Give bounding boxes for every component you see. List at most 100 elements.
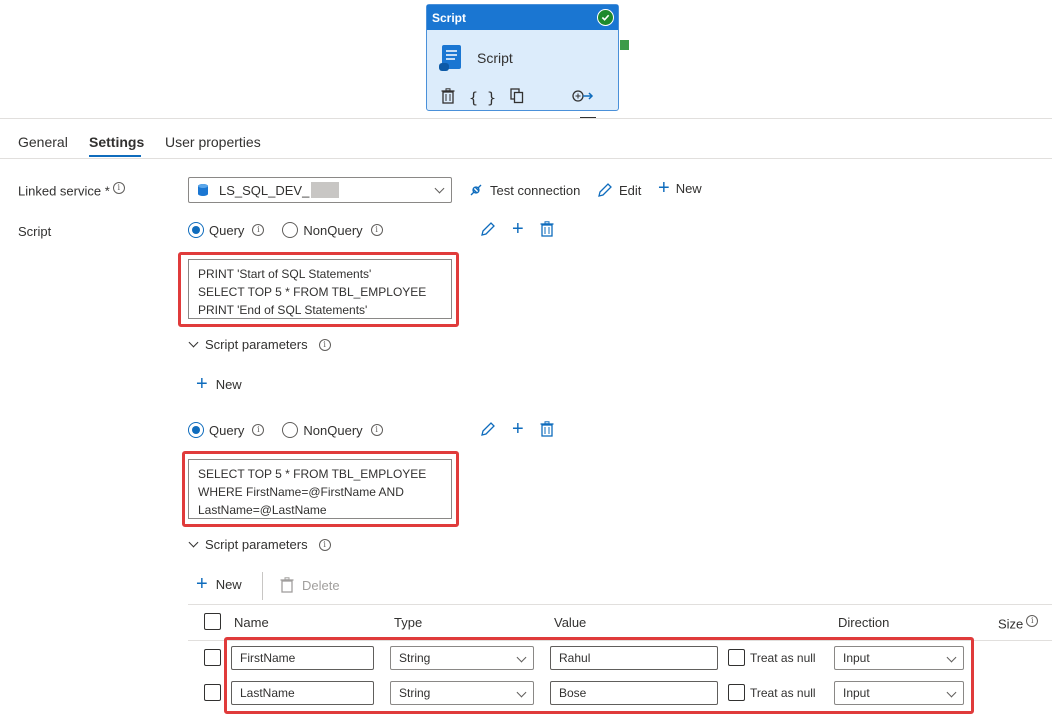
delete-icon[interactable] (540, 221, 554, 237)
new-label: New (215, 376, 242, 392)
script-1-new-param-button[interactable]: + New (196, 373, 242, 395)
treat-as-null-option[interactable]: Treat as null (728, 649, 816, 666)
select-all-checkbox[interactable] (204, 613, 221, 630)
radio-button[interactable] (282, 222, 299, 238)
connect-icon[interactable] (572, 89, 594, 107)
code-braces-icon[interactable]: { } (469, 89, 496, 107)
plus-icon: + (658, 177, 670, 199)
treat-as-null-option[interactable]: Treat as null (728, 684, 816, 701)
chevron-down-icon (434, 183, 445, 194)
delete-icon[interactable] (540, 421, 554, 437)
copy-icon[interactable] (510, 88, 524, 108)
column-header-name: Name (234, 615, 269, 630)
tab-user-properties[interactable]: User properties (165, 134, 261, 150)
script-1-params-toggle[interactable]: Script parameters i (188, 337, 331, 352)
script-2-params-toggle[interactable]: Script parameters i (188, 537, 331, 552)
activity-name: Script (477, 50, 513, 66)
divider (0, 118, 1052, 119)
linked-service-value: LS_SQL_DEV_ (219, 182, 310, 198)
radio-query[interactable]: Query i (188, 222, 265, 238)
info-icon: i (370, 424, 383, 436)
radio-button[interactable] (188, 222, 204, 238)
delete-label: Delete (302, 577, 340, 593)
script-scroll-icon (437, 43, 465, 76)
chevron-down-icon (188, 337, 199, 348)
radio-button[interactable] (282, 422, 299, 438)
param-direction-dropdown[interactable]: Input (834, 681, 964, 705)
info-icon: i (1026, 615, 1039, 627)
script-activity-card[interactable]: Script Script { } (426, 4, 619, 111)
edit-button[interactable]: Edit (597, 182, 641, 198)
linked-service-label: Linked service * i (18, 182, 125, 198)
redacted-block (311, 182, 340, 198)
plus-icon: + (196, 573, 208, 595)
info-icon: i (252, 224, 265, 236)
plug-icon (470, 184, 482, 196)
param-name-input[interactable]: FirstName (231, 646, 374, 670)
pencil-icon[interactable] (480, 221, 496, 237)
info-icon: i (252, 424, 265, 436)
param-name-input[interactable]: LastName (231, 681, 374, 705)
script-label: Script (18, 224, 52, 239)
treat-as-null-label: Treat as null (750, 685, 816, 700)
delete-param-button[interactable]: Delete (280, 577, 340, 593)
info-icon: i (318, 538, 331, 551)
tab-settings[interactable]: Settings (89, 134, 144, 150)
chevron-down-icon (516, 652, 527, 663)
script-1-textarea[interactable]: PRINT 'Start of SQL Statements' SELECT T… (188, 259, 452, 319)
delete-icon[interactable] (441, 88, 455, 108)
toolbar-divider (262, 572, 263, 600)
radio-nonquery[interactable]: NonQuery i (282, 222, 383, 238)
script-params-label: Script parameters (205, 537, 308, 552)
activity-header: Script (427, 5, 618, 30)
success-check-icon (597, 9, 614, 26)
radio-query[interactable]: Query i (188, 422, 265, 438)
radio-nonquery[interactable]: NonQuery i (282, 422, 383, 438)
script-1-toolbar: + (480, 219, 554, 239)
script-2-new-param-button[interactable]: + New (196, 573, 242, 595)
delete-icon (280, 577, 294, 593)
script-2-toolbar: + (480, 419, 554, 439)
test-connection-button[interactable]: Test connection (468, 182, 580, 198)
new-label: New (215, 576, 242, 592)
treat-as-null-label: Treat as null (750, 650, 816, 665)
table-top-border (188, 604, 1052, 605)
radio-button[interactable] (188, 422, 204, 438)
info-icon: i (318, 338, 331, 351)
treat-as-null-checkbox[interactable] (728, 649, 745, 666)
new-label: New (675, 180, 702, 196)
active-tab-indicator (89, 155, 141, 157)
column-header-type: Type (394, 615, 423, 630)
row-checkbox[interactable] (204, 649, 221, 666)
script-2-textarea[interactable]: SELECT TOP 5 * FROM TBL_EMPLOYEE WHERE F… (188, 459, 452, 519)
plus-icon: + (196, 373, 208, 395)
info-icon: i (370, 224, 383, 236)
tab-general[interactable]: General (18, 134, 68, 150)
linked-service-dropdown[interactable]: LS_SQL_DEV_ (188, 177, 452, 203)
script-1-type-radio-group: Query i NonQuery i (188, 222, 401, 238)
chevron-down-icon (946, 652, 957, 663)
param-type-dropdown[interactable]: String (390, 681, 534, 705)
chevron-down-icon (516, 687, 527, 698)
chevron-down-icon (188, 537, 199, 548)
info-icon: i (112, 182, 125, 194)
treat-as-null-checkbox[interactable] (728, 684, 745, 701)
param-value-input[interactable]: Bose (550, 681, 718, 705)
activity-header-title: Script (432, 10, 467, 25)
param-direction-dropdown[interactable]: Input (834, 646, 964, 670)
column-header-direction: Direction (838, 615, 890, 630)
test-connection-label: Test connection (490, 182, 581, 198)
row-checkbox[interactable] (204, 684, 221, 701)
database-icon (198, 184, 208, 196)
add-script-icon[interactable]: + (512, 219, 524, 239)
column-header-size: Size i (998, 615, 1039, 631)
activity-output-handle[interactable] (620, 40, 629, 50)
pencil-icon[interactable] (480, 421, 496, 437)
add-script-icon[interactable]: + (512, 419, 524, 439)
param-value-input[interactable]: Rahul (550, 646, 718, 670)
script-params-label: Script parameters (205, 337, 308, 352)
tab-divider (0, 158, 1052, 159)
param-type-dropdown[interactable]: String (390, 646, 534, 670)
new-linked-service-button[interactable]: + New (658, 177, 702, 199)
column-header-value: Value (554, 615, 587, 630)
